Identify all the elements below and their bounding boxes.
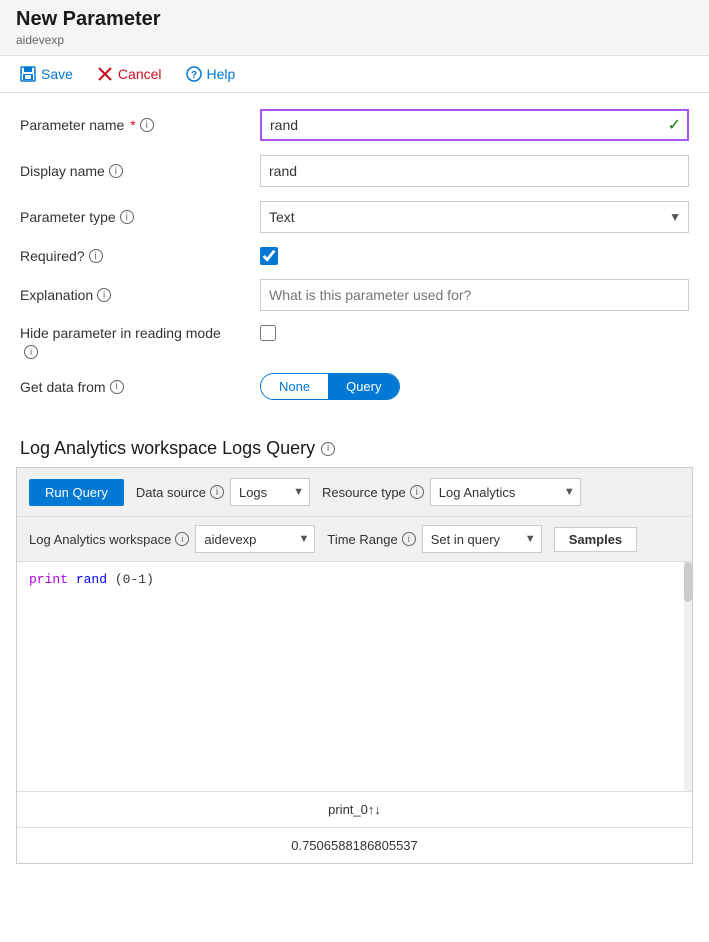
query-section-title: Log Analytics workspace Logs Query i (0, 430, 709, 467)
code-scrollbar-thumb (684, 562, 692, 602)
param-type-label: Parameter type i (20, 209, 260, 225)
param-name-info-icon: i (140, 118, 154, 132)
save-button[interactable]: Save (16, 64, 77, 84)
time-range-info-icon: i (402, 532, 416, 546)
param-name-label: Parameter name * i (20, 117, 260, 133)
time-range-label: Time Range i (327, 532, 415, 547)
resource-type-select-wrapper: Log Analytics Application Insights ▼ (430, 478, 581, 506)
query-section-info-icon: i (321, 442, 335, 456)
save-icon (20, 66, 36, 82)
query-section: Run Query Data source i Logs Metrics ▼ R… (16, 467, 693, 864)
param-type-info-icon: i (120, 210, 134, 224)
required-label: Required? i (20, 248, 260, 264)
hide-param-info-row: i (20, 345, 689, 359)
resource-type-select[interactable]: Log Analytics Application Insights (430, 478, 581, 506)
resource-type-group: Resource type i Log Analytics Applicatio… (322, 478, 581, 506)
help-label: Help (207, 66, 236, 82)
required-star: * (130, 117, 135, 133)
page-title: New Parameter (16, 8, 693, 31)
results-value: 0.7506588186805537 (17, 828, 692, 863)
code-keyword: print (29, 572, 68, 587)
toolbar: Save Cancel ? Help (0, 56, 709, 93)
explanation-info-icon: i (97, 288, 111, 302)
explanation-label: Explanation i (20, 287, 260, 303)
data-source-select[interactable]: Logs Metrics (230, 478, 310, 506)
required-row: Required? i (20, 247, 689, 265)
data-source-select-wrapper: Logs Metrics ▼ (230, 478, 310, 506)
required-checkbox[interactable] (260, 247, 278, 265)
code-editor[interactable]: print rand (0-1) (17, 562, 692, 792)
code-args: (0-1) (115, 572, 154, 587)
hide-param-checkbox[interactable] (260, 325, 276, 341)
time-range-select-wrapper: Set in query Last hour Last 24 hours ▼ (422, 525, 542, 553)
time-range-select[interactable]: Set in query Last hour Last 24 hours (422, 525, 542, 553)
param-name-row: Parameter name * i ✓ (20, 109, 689, 141)
help-icon: ? (186, 66, 202, 82)
display-name-label: Display name i (20, 163, 260, 179)
hide-param-label: Hide parameter in reading mode (20, 325, 260, 341)
workspace-label: Log Analytics workspace i (29, 532, 189, 547)
top-bar: New Parameter aidevexp (0, 0, 709, 56)
display-name-info-icon: i (109, 164, 123, 178)
validated-checkmark-icon: ✓ (668, 115, 681, 135)
toggle-none-button[interactable]: None (261, 374, 328, 399)
samples-button[interactable]: Samples (554, 527, 637, 552)
hide-param-row: Hide parameter in reading mode (20, 325, 689, 341)
display-name-input[interactable] (260, 155, 689, 187)
explanation-row: Explanation i (20, 279, 689, 311)
page-subtitle: aidevexp (16, 33, 693, 47)
required-info-icon: i (89, 249, 103, 263)
param-name-input[interactable] (260, 109, 689, 141)
resource-type-label: Resource type i (322, 485, 424, 500)
cancel-button[interactable]: Cancel (93, 64, 166, 84)
results-area: print_0↑↓ 0.7506588186805537 (17, 792, 692, 863)
time-range-group: Time Range i Set in query Last hour Last… (327, 525, 541, 553)
hide-param-sub-info-icon: i (24, 345, 38, 359)
resource-type-info-icon: i (410, 485, 424, 499)
workspace-row: Log Analytics workspace i aidevexp ▼ Tim… (17, 517, 692, 562)
get-data-label: Get data from i (20, 379, 260, 395)
code-func: rand (76, 572, 107, 587)
data-source-group: Data source i Logs Metrics ▼ (136, 478, 310, 506)
run-query-button[interactable]: Run Query (29, 479, 124, 506)
get-data-info-icon: i (110, 380, 124, 394)
workspace-group: Log Analytics workspace i aidevexp ▼ (29, 525, 315, 553)
get-data-toggle-group: None Query (260, 373, 400, 400)
workspace-select[interactable]: aidevexp (195, 525, 315, 553)
query-toolbar: Run Query Data source i Logs Metrics ▼ R… (17, 468, 692, 517)
data-source-label: Data source i (136, 485, 224, 500)
toggle-query-button[interactable]: Query (328, 374, 399, 399)
data-source-info-icon: i (210, 485, 224, 499)
cancel-icon (97, 66, 113, 82)
explanation-input[interactable] (260, 279, 689, 311)
svg-text:?: ? (190, 70, 196, 81)
workspace-info-icon: i (175, 532, 189, 546)
display-name-row: Display name i (20, 155, 689, 187)
param-type-row: Parameter type i Text Integer Float Bool… (20, 201, 689, 233)
results-header: print_0↑↓ (17, 792, 692, 828)
code-scrollbar-track[interactable] (684, 562, 692, 791)
help-button[interactable]: ? Help (182, 64, 240, 84)
cancel-label: Cancel (118, 66, 162, 82)
workspace-select-wrapper: aidevexp ▼ (195, 525, 315, 553)
param-type-select[interactable]: Text Integer Float Boolean Date/Time (260, 201, 689, 233)
get-data-row: Get data from i None Query (20, 373, 689, 400)
save-label: Save (41, 66, 73, 82)
